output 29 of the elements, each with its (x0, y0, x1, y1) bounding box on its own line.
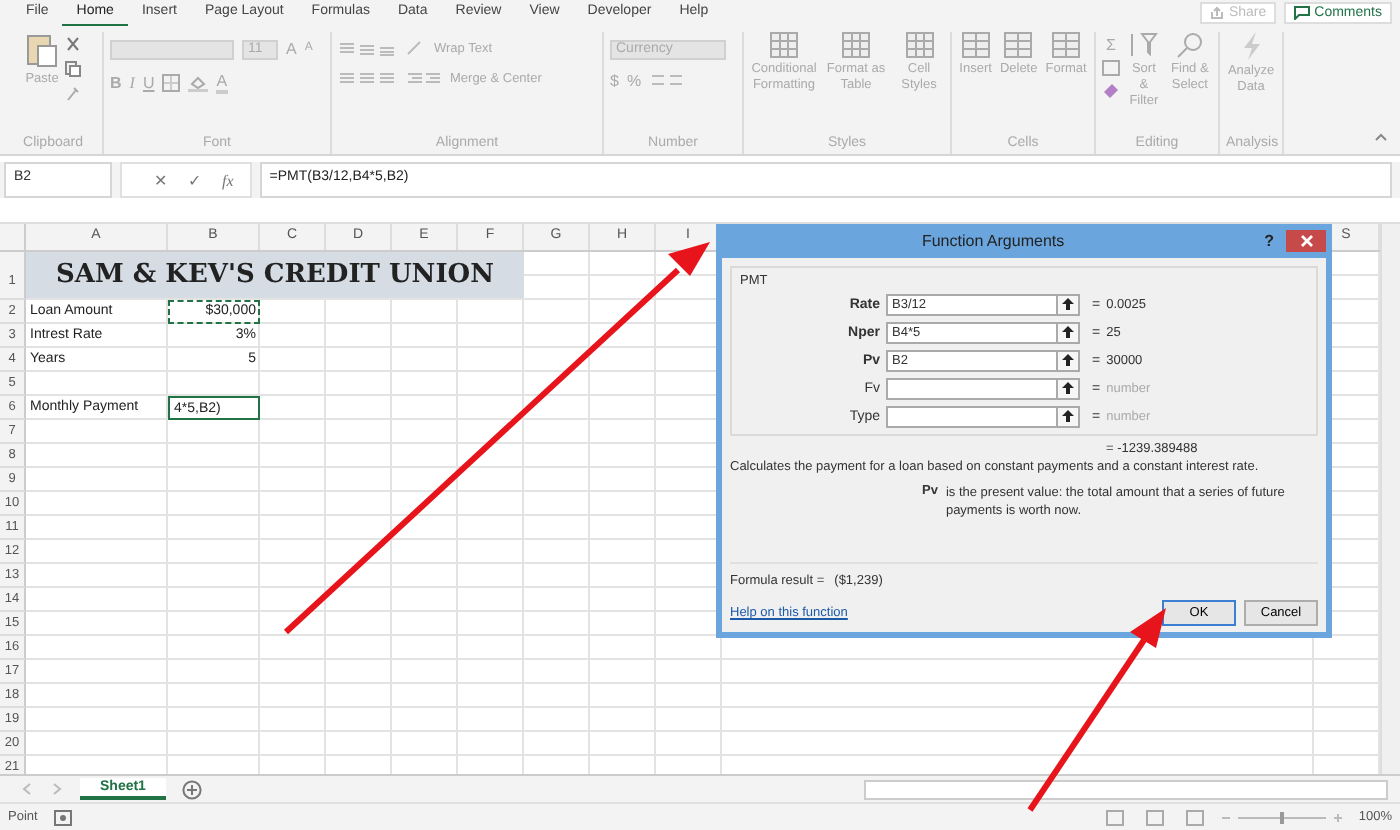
dialog-title: Function Arguments (919, 232, 1067, 250)
cancel-button[interactable]: ✕ (154, 171, 168, 190)
share-icon (1210, 6, 1225, 21)
sheet-title: SAM & KEV'S CREDIT UNION (26, 252, 524, 301)
help-button[interactable]: ? (1264, 232, 1274, 250)
zoom-slider[interactable] (1222, 809, 1343, 826)
enter-button[interactable]: ✓ (188, 171, 202, 190)
add-sheet-icon[interactable] (181, 779, 202, 800)
collapse-dialog-button[interactable] (1056, 293, 1080, 315)
horizontal-scrollbar[interactable] (864, 779, 1388, 800)
funnel-icon (1129, 31, 1158, 58)
collapse-dialog-button[interactable] (1056, 377, 1080, 399)
close-icon (1299, 234, 1313, 248)
macro-record-icon[interactable] (53, 809, 72, 826)
close-button[interactable] (1286, 230, 1326, 252)
sheet-nav-icon[interactable] (20, 782, 64, 797)
collapse-dialog-button[interactable] (1056, 349, 1080, 371)
collapse-dialog-button[interactable] (1056, 405, 1080, 427)
collapse-dialog-button[interactable] (1056, 321, 1080, 343)
vertical-scrollbar[interactable] (1380, 224, 1400, 775)
search-icon (1175, 31, 1204, 58)
argument-field[interactable] (886, 377, 1058, 399)
comment-icon (1294, 6, 1311, 21)
scissors-icon (64, 35, 83, 54)
view-icon[interactable] (1106, 809, 1207, 826)
brush-icon (64, 83, 83, 102)
copy-icon (64, 59, 83, 78)
argument-field[interactable] (886, 405, 1058, 427)
insert-function-button[interactable]: fx (222, 171, 234, 190)
